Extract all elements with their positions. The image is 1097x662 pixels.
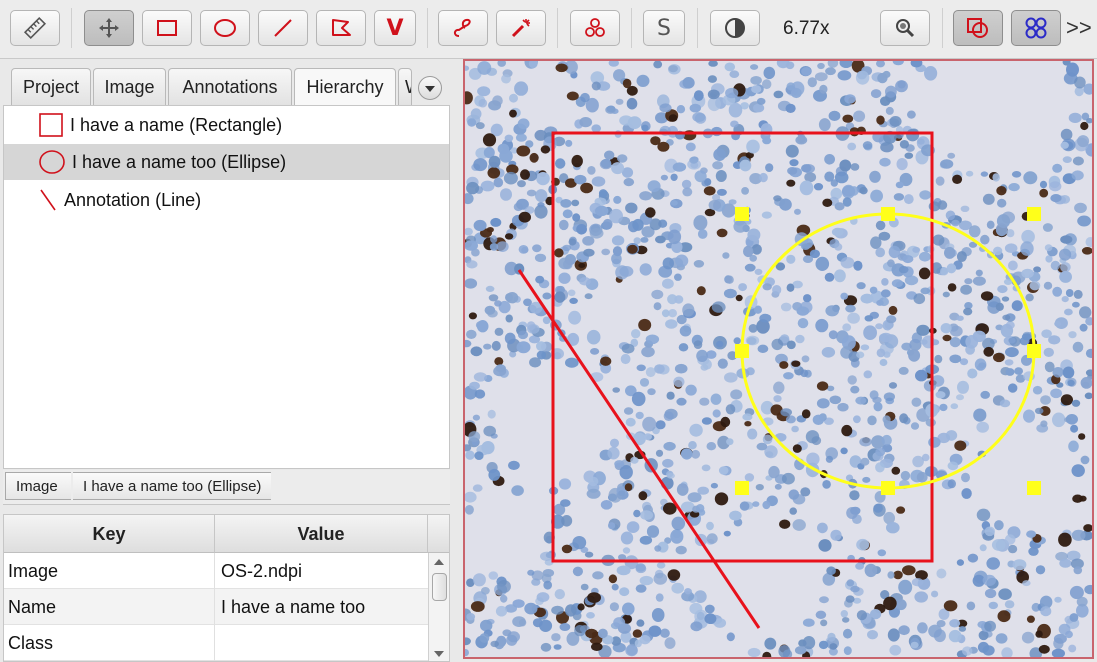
ruler-tool-button[interactable] bbox=[10, 10, 60, 46]
tab-project[interactable]: Project bbox=[11, 68, 91, 105]
table-row[interactable]: Name I have a name too bbox=[4, 589, 428, 625]
left-panel: Project Image Annotations Hierarchy W I … bbox=[0, 59, 455, 662]
rectangle-tool-button[interactable] bbox=[142, 10, 192, 46]
hierarchy-item-label: Annotation (Line) bbox=[64, 189, 202, 210]
toolbar-separator bbox=[71, 8, 72, 48]
column-header-value[interactable]: Value bbox=[215, 515, 428, 553]
rectangle-icon bbox=[157, 20, 177, 36]
show-annotations-icon bbox=[967, 18, 988, 38]
tab-overflow-dropdown[interactable] bbox=[418, 76, 442, 100]
toolbar-separator bbox=[942, 8, 943, 48]
move-tool-button[interactable] bbox=[84, 10, 134, 46]
hierarchy-item-line[interactable]: Annotation (Line) bbox=[4, 182, 449, 218]
table-row[interactable]: Image OS-2.ndpi bbox=[4, 553, 428, 589]
hierarchy-item-label: I have a name too (Ellipse) bbox=[72, 151, 287, 172]
tab-image[interactable]: Image bbox=[93, 68, 166, 105]
toolbar-separator bbox=[697, 8, 698, 48]
breadcrumb-image[interactable]: Image bbox=[5, 472, 71, 500]
show-annotations-button[interactable] bbox=[953, 10, 1003, 46]
resize-handle[interactable] bbox=[1027, 481, 1041, 495]
property-key: Name bbox=[8, 597, 57, 617]
polygon-icon bbox=[332, 19, 351, 36]
hierarchy-item-rectangle[interactable]: I have a name (Rectangle) bbox=[4, 107, 449, 143]
tab-hierarchy[interactable]: Hierarchy bbox=[294, 68, 396, 106]
brush-tool-button[interactable]: V bbox=[374, 10, 416, 46]
cell-divider bbox=[214, 553, 215, 589]
wand-polyline-tool-button[interactable] bbox=[438, 10, 488, 46]
toolbar-separator bbox=[427, 8, 428, 48]
toolbar-separator bbox=[557, 8, 558, 48]
hierarchy-item-label: I have a name (Rectangle) bbox=[70, 114, 283, 135]
wand-icon bbox=[511, 19, 530, 38]
breadcrumb-ellipse[interactable]: I have a name too (Ellipse) bbox=[73, 472, 271, 500]
line-icon bbox=[274, 19, 292, 37]
contrast-icon bbox=[725, 18, 745, 38]
properties-scrollbar[interactable] bbox=[428, 553, 449, 661]
ellipse-handles bbox=[735, 207, 1041, 495]
show-detections-button[interactable] bbox=[1011, 10, 1061, 46]
scrollbar-thumb[interactable] bbox=[432, 573, 447, 601]
polygon-tool-button[interactable] bbox=[316, 10, 366, 46]
column-header-key[interactable]: Key bbox=[4, 515, 215, 553]
line-icon bbox=[38, 187, 58, 213]
brush-icon: V bbox=[386, 15, 404, 41]
brightness-contrast-button[interactable] bbox=[710, 10, 760, 46]
tab-annotations[interactable]: Annotations bbox=[168, 68, 292, 105]
toolbar-overflow-button[interactable]: >> bbox=[1066, 15, 1092, 41]
tab-workflow-clipped[interactable]: W bbox=[398, 68, 412, 105]
zoom-level-label: 6.77x bbox=[783, 18, 830, 39]
show-detections-icon bbox=[1025, 17, 1047, 39]
line-annotation[interactable] bbox=[517, 269, 761, 629]
move-icon bbox=[99, 18, 119, 38]
wand-tool-button[interactable] bbox=[496, 10, 546, 46]
properties-table: Key Value Image OS-2.ndpi Name I have a … bbox=[3, 514, 450, 662]
resize-handle[interactable] bbox=[881, 207, 895, 221]
column-header-filler bbox=[428, 515, 449, 553]
selection-mode-icon: S bbox=[657, 15, 671, 41]
scroll-up-icon[interactable] bbox=[434, 559, 444, 565]
main-toolbar: V S 6.77x >> bbox=[0, 0, 1097, 59]
resize-handle[interactable] bbox=[735, 481, 749, 495]
property-key: Class bbox=[8, 633, 54, 653]
hierarchy-item-ellipse[interactable]: I have a name too (Ellipse) bbox=[4, 144, 449, 180]
zoom-to-fit-button[interactable] bbox=[880, 10, 930, 46]
property-value: I have a name too bbox=[221, 597, 366, 617]
breadcrumb: Image I have a name too (Ellipse) bbox=[3, 470, 450, 505]
polyline-icon bbox=[453, 18, 471, 37]
toolbar-separator bbox=[631, 8, 632, 48]
resize-handle[interactable] bbox=[881, 481, 895, 495]
points-icon bbox=[585, 18, 605, 37]
ellipse-icon bbox=[38, 149, 66, 175]
cell-divider bbox=[214, 589, 215, 625]
ellipse-icon bbox=[214, 19, 236, 37]
points-tool-button[interactable] bbox=[570, 10, 620, 46]
scroll-down-icon[interactable] bbox=[434, 651, 444, 657]
cell-divider bbox=[214, 625, 215, 661]
image-viewer[interactable] bbox=[463, 59, 1094, 659]
line-tool-button[interactable] bbox=[258, 10, 308, 46]
property-key: Image bbox=[8, 561, 59, 581]
resize-handle[interactable] bbox=[1027, 344, 1041, 358]
rectangle-icon bbox=[38, 112, 64, 138]
ellipse-annotation[interactable] bbox=[740, 212, 1036, 490]
annotation-overlay bbox=[517, 131, 1041, 629]
ruler-icon bbox=[23, 16, 47, 40]
hierarchy-tree: I have a name (Rectangle) I have a name … bbox=[3, 105, 450, 469]
selection-mode-button[interactable]: S bbox=[643, 10, 685, 46]
table-row[interactable]: Class bbox=[4, 625, 428, 661]
zoom-to-fit-icon bbox=[896, 19, 915, 38]
property-value: OS-2.ndpi bbox=[221, 561, 303, 581]
resize-handle[interactable] bbox=[735, 207, 749, 221]
resize-handle[interactable] bbox=[735, 344, 749, 358]
resize-handle[interactable] bbox=[1027, 207, 1041, 221]
ellipse-tool-button[interactable] bbox=[200, 10, 250, 46]
